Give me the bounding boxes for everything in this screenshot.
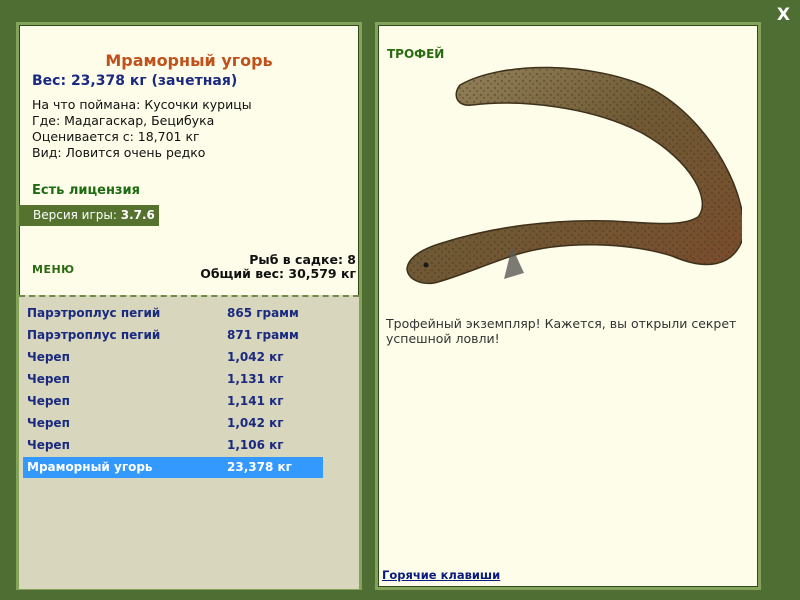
catch-name: Череп xyxy=(27,350,70,364)
catch-row[interactable]: Парэтроплус пегий 865 грамм xyxy=(23,303,323,324)
hotkeys-link[interactable]: Горячие клавиши xyxy=(382,568,500,582)
catch-list: Парэтроплус пегий 865 грамм Парэтроплус … xyxy=(19,295,359,589)
catch-row[interactable]: Череп 1,106 кг xyxy=(23,435,323,456)
fish-name: Мраморный угорь xyxy=(105,51,273,70)
catch-weight: 1,141 кг xyxy=(227,394,284,408)
fish-weight: Вес: 23,378 кг (зачетная) xyxy=(32,73,238,89)
game-version: Версия игры: 3.7.6 xyxy=(19,205,159,226)
catch-name: Мраморный угорь xyxy=(27,460,153,474)
catch-weight: 871 грамм xyxy=(227,328,299,342)
catch-name: Череп xyxy=(27,394,70,408)
catch-weight: 1,042 кг xyxy=(227,350,284,364)
catch-weight: 1,106 кг xyxy=(227,438,284,452)
eel-shape xyxy=(406,66,742,285)
catch-weight: 865 грамм xyxy=(227,306,299,320)
keepnet-stats: Рыб в садке: 8 Общий вес: 30,579 кг xyxy=(200,253,356,281)
marbled-eel-image xyxy=(406,66,742,285)
version-value: 3.7.6 xyxy=(120,208,155,222)
catch-name: Череп xyxy=(27,416,70,430)
menu-button[interactable]: МЕНЮ xyxy=(32,263,75,276)
fish-info-panel: Мраморный угорь Вес: 23,378 кг (зачетная… xyxy=(16,22,362,590)
catch-name: Парэтроплус пегий xyxy=(27,328,161,342)
catch-row[interactable]: Череп 1,131 кг xyxy=(23,369,323,390)
keepnet-total-weight: Общий вес: 30,579 кг xyxy=(200,266,356,281)
catch-weight: 23,378 кг xyxy=(227,460,292,474)
catch-name: Череп xyxy=(27,372,70,386)
catch-row[interactable]: Череп 1,042 кг xyxy=(23,347,323,368)
close-button[interactable]: X xyxy=(777,5,790,25)
bait-info: На что поймана: Кусочки курицы xyxy=(32,97,252,112)
version-label: Версия игры: xyxy=(33,208,121,222)
location-info: Где: Мадагаскар, Бецибука xyxy=(32,113,215,128)
catch-weight: 1,042 кг xyxy=(227,416,284,430)
catch-row[interactable]: Череп 1,141 кг xyxy=(23,391,323,412)
catch-row[interactable]: Парэтроплус пегий 871 грамм xyxy=(23,325,323,346)
trophy-message: Трофейный экземпляр! Кажется, вы открыли… xyxy=(386,316,737,346)
catch-weight: 1,131 кг xyxy=(227,372,284,386)
value-threshold-info: Оценивается с: 18,701 кг xyxy=(32,129,200,144)
catch-name: Парэтроплус пегий xyxy=(27,306,161,320)
catch-row[interactable]: Череп 1,042 кг xyxy=(23,413,323,434)
license-status: Есть лицензия xyxy=(32,183,140,198)
catch-name: Череп xyxy=(27,438,70,452)
rarity-info: Вид: Ловится очень редко xyxy=(32,145,206,160)
trophy-panel: ТРОФЕЙ Трофейный экземпляр! Кажется, вы … xyxy=(375,22,761,590)
keepnet-count: Рыб в садке: 8 xyxy=(249,252,356,267)
catch-row-selected[interactable]: Мраморный угорь 23,378 кг xyxy=(23,457,323,478)
